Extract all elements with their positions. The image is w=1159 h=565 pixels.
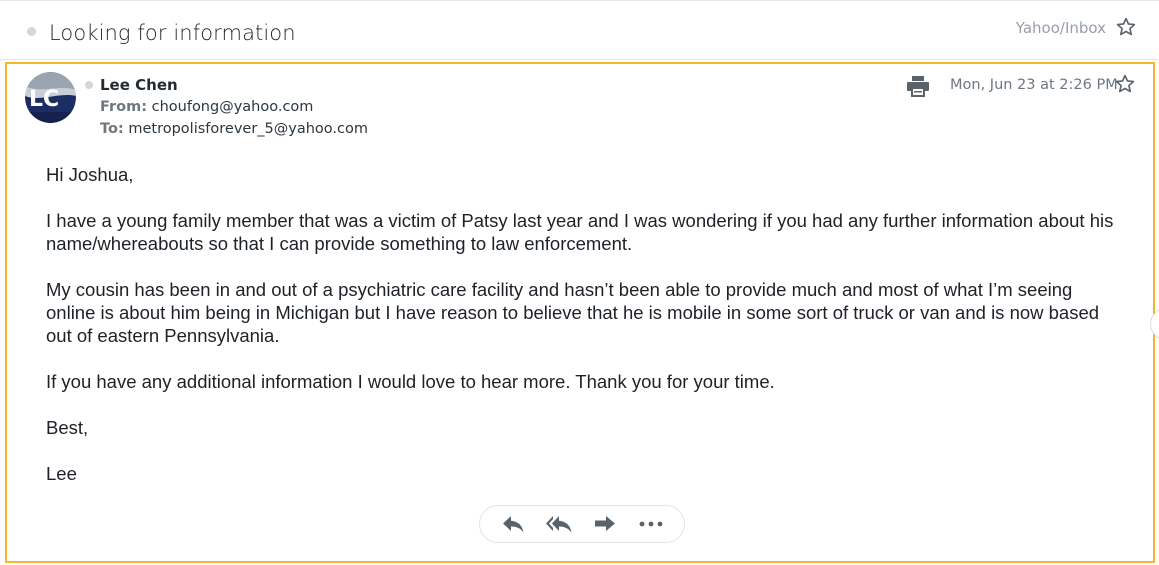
- reply-all-icon[interactable]: [541, 509, 577, 539]
- message-date: Mon, Jun 23 at 2:26 PM: [950, 77, 1118, 93]
- body-paragraph: If you have any additional information I…: [46, 371, 775, 392]
- to-label: To:: [100, 121, 124, 137]
- star-icon[interactable]: [1114, 73, 1136, 95]
- email-subject: Looking for information: [49, 21, 296, 45]
- from-label: From:: [100, 99, 147, 115]
- presence-dot: [85, 81, 93, 89]
- avatar[interactable]: LC: [25, 72, 76, 123]
- sender-name[interactable]: Lee Chen: [100, 76, 178, 94]
- from-line: From: choufong@yahoo.com: [100, 99, 313, 115]
- body-paragraph: My cousin has been in and out of a psych…: [46, 279, 1100, 346]
- greeting: Hi Joshua,: [46, 164, 134, 185]
- reply-icon[interactable]: [495, 509, 531, 539]
- forward-icon[interactable]: [587, 509, 623, 539]
- from-address[interactable]: choufong@yahoo.com: [152, 99, 314, 115]
- closing: Best,: [46, 417, 89, 438]
- signature: Lee: [46, 463, 77, 484]
- unread-dot: [27, 27, 36, 36]
- to-line: To: metropolisforever_5@yahoo.com: [100, 121, 368, 137]
- message-card: LC Lee Chen From: choufong@yahoo.com To:…: [5, 62, 1155, 563]
- body-paragraph: I have a young family member that was a …: [46, 210, 1114, 254]
- folder-label[interactable]: Yahoo/Inbox: [1016, 19, 1106, 37]
- email-view: Looking for information Yahoo/Inbox LC L…: [0, 0, 1159, 565]
- message-body: Hi Joshua, I have a young family member …: [46, 163, 1126, 508]
- more-horizontal-icon[interactable]: [633, 509, 669, 539]
- subject-bar: Looking for information Yahoo/Inbox: [0, 0, 1159, 60]
- star-icon[interactable]: [1115, 16, 1137, 38]
- printer-icon[interactable]: [906, 75, 930, 97]
- to-address[interactable]: metropolisforever_5@yahoo.com: [128, 121, 368, 137]
- svg-text:LC: LC: [29, 87, 59, 112]
- message-actions: [479, 505, 685, 543]
